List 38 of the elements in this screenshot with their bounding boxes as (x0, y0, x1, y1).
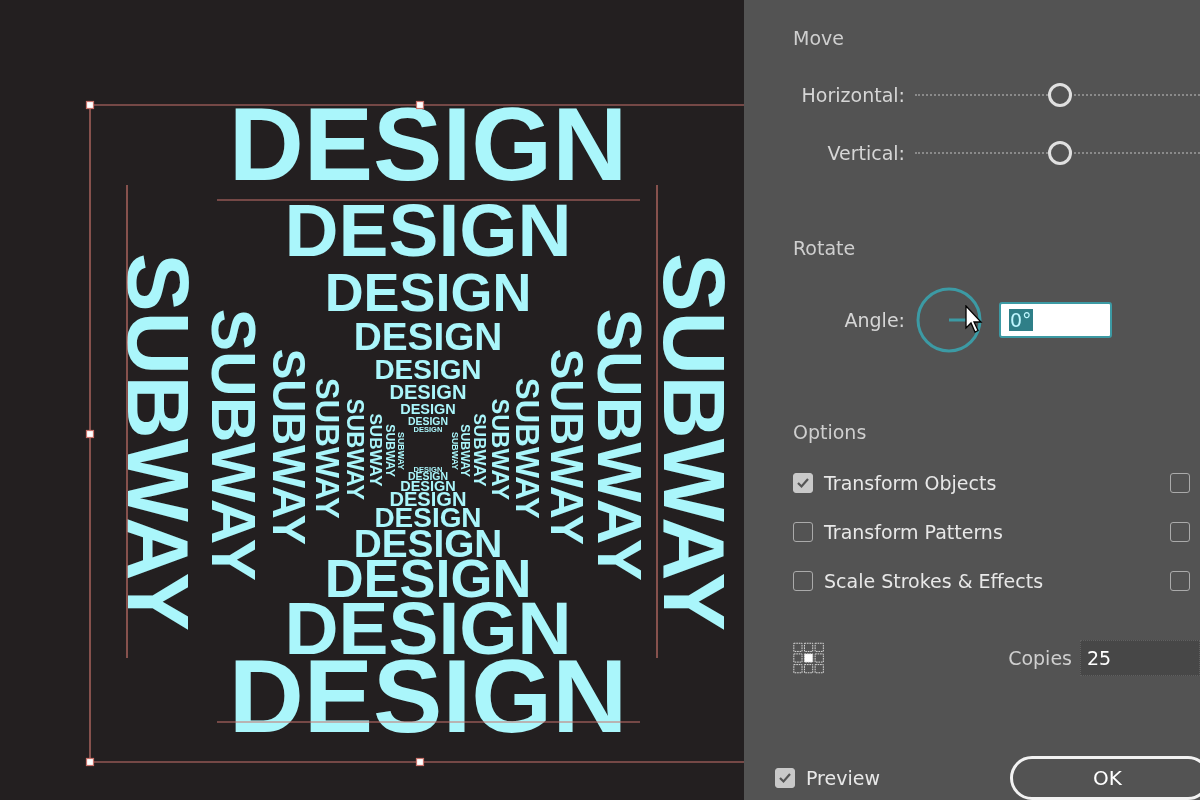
artwork-text: SUBWAY (366, 413, 385, 487)
slider-thumb[interactable] (1048, 83, 1073, 107)
artwork-text: SUBWAY (383, 424, 398, 477)
checkmark-icon (796, 476, 810, 489)
checkbox-label: Preview (806, 767, 880, 789)
checkbox[interactable] (1170, 570, 1190, 591)
checkbox[interactable] (1170, 521, 1190, 542)
selection-bounding-box[interactable] (85, 100, 744, 767)
checkbox[interactable] (775, 768, 795, 788)
slider-label: Vertical: (826, 142, 905, 164)
checkmark-icon (778, 772, 792, 784)
ok-button[interactable]: OK (1009, 756, 1200, 800)
checkbox[interactable] (793, 521, 813, 542)
artwork-text: SUBWAY (395, 432, 406, 470)
artwork-text: SUBWAY (457, 424, 472, 477)
checkbox-label: Transform Objects (824, 471, 997, 494)
checkbox[interactable] (793, 472, 813, 493)
section-heading: Move (793, 26, 845, 51)
cursor-icon (965, 305, 983, 333)
checkbox-option[interactable]: Transform Objects (793, 471, 997, 494)
artwork-text: DESIGN (400, 401, 456, 418)
slider-track[interactable] (915, 83, 1200, 107)
artwork-text: SUBWAY (469, 413, 489, 487)
copies-field[interactable]: 25 (1080, 640, 1200, 676)
angle-input[interactable]: 0° (999, 302, 1112, 338)
artwork-text: SUBWAY (449, 432, 460, 470)
slider-label: Horizontal: (800, 84, 905, 106)
artwork-text: DESIGN (408, 415, 448, 427)
angle-label: Angle: (843, 309, 905, 331)
checkbox[interactable] (1170, 472, 1190, 493)
slider-thumb[interactable] (1048, 141, 1073, 165)
checkbox[interactable] (793, 570, 813, 591)
section-heading: Options (793, 420, 868, 445)
angle-dial[interactable] (915, 286, 983, 354)
section-heading: Rotate (793, 236, 857, 261)
copies-label: Copies (1008, 647, 1072, 669)
slider-track[interactable] (915, 141, 1200, 165)
preview-checkbox[interactable]: Preview (775, 767, 880, 789)
